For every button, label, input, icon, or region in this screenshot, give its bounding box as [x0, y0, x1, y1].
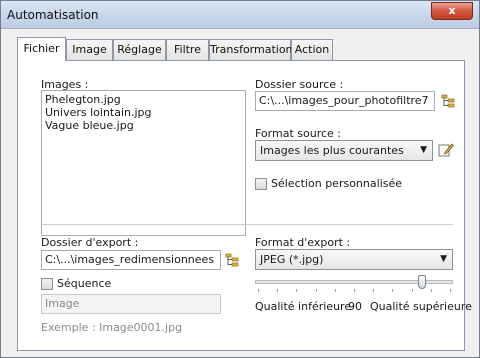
sequence-name-field[interactable]: Image	[41, 294, 221, 314]
tab-transformation[interactable]: Transformation	[209, 39, 293, 60]
source-format-select[interactable]: Images les plus courantes ▼	[255, 140, 433, 161]
slider-tick	[296, 289, 298, 292]
tab-image[interactable]: Image	[66, 39, 113, 60]
list-item[interactable]: Univers lointain.jpg	[42, 106, 245, 119]
source-format-edit-button[interactable]	[438, 142, 454, 158]
tab-action[interactable]: Action	[291, 39, 333, 60]
slider-tick	[354, 289, 355, 292]
slider-tick	[392, 289, 394, 292]
slider-tick	[258, 289, 259, 292]
custom-selection-label: Sélection personnalisée	[271, 177, 402, 190]
source-format-value: Images les plus courantes	[260, 144, 404, 157]
tab-fichier[interactable]: Fichier	[17, 37, 66, 61]
source-folder-field[interactable]: C:\...\images_pour_photofiltre7	[255, 91, 435, 111]
slider-tick	[430, 289, 432, 292]
quality-low-label: Qualité inférieure	[255, 300, 352, 313]
folder-tree-icon	[225, 253, 239, 267]
export-format-value: JPEG (*.jpg)	[260, 253, 324, 266]
sequence-example-text: Exemple : Image0001.jpg	[41, 321, 183, 334]
source-format-label: Format source :	[255, 127, 341, 140]
export-format-select[interactable]: JPEG (*.jpg) ▼	[255, 249, 453, 270]
window-title: Automatisation	[7, 8, 99, 22]
close-button[interactable]: x	[431, 2, 473, 20]
dialog-window: Automatisation x Fichier Image Réglage F…	[0, 0, 480, 358]
images-listbox[interactable]: Phelegton.jpg Univers lointain.jpg Vague…	[41, 90, 246, 236]
tab-filtre[interactable]: Filtre	[166, 39, 209, 60]
slider-tick	[315, 289, 317, 292]
tab-reglage[interactable]: Réglage	[113, 39, 166, 60]
images-list: Phelegton.jpg Univers lointain.jpg Vague…	[42, 91, 245, 132]
dropdown-arrow-icon: ▼	[420, 145, 427, 155]
source-folder-label: Dossier source :	[255, 78, 344, 91]
custom-selection-checkbox[interactable]	[255, 178, 267, 190]
quality-value: 90	[348, 300, 362, 313]
sequence-label: Séquence	[57, 277, 112, 290]
export-folder-field[interactable]: C:\...\images_redimensionnees	[41, 250, 221, 270]
folder-tree-icon	[441, 94, 455, 108]
export-format-label: Format d'export :	[255, 236, 351, 249]
slider-tick	[411, 289, 413, 292]
fichier-panel: Images : Phelegton.jpg Univers lointain.…	[17, 60, 472, 351]
close-icon: x	[448, 4, 456, 17]
quality-high-label: Qualité supérieure	[370, 300, 472, 313]
export-folder-browse-button[interactable]	[225, 252, 241, 268]
list-item[interactable]: Phelegton.jpg	[42, 93, 245, 106]
quality-slider-thumb[interactable]	[418, 275, 426, 289]
section-divider	[41, 224, 453, 225]
slider-tick	[277, 289, 279, 292]
slider-tick	[373, 289, 375, 292]
export-folder-label: Dossier d'export :	[41, 236, 139, 249]
list-item[interactable]: Vague bleue.jpg	[42, 119, 245, 132]
slider-tick	[334, 289, 336, 292]
title-bar[interactable]: Automatisation x	[1, 1, 479, 29]
sequence-checkbox[interactable]	[41, 278, 53, 290]
dropdown-arrow-icon: ▼	[440, 254, 447, 264]
pencil-edit-icon	[438, 143, 454, 157]
source-folder-browse-button[interactable]	[441, 93, 457, 109]
slider-tick	[450, 289, 451, 292]
